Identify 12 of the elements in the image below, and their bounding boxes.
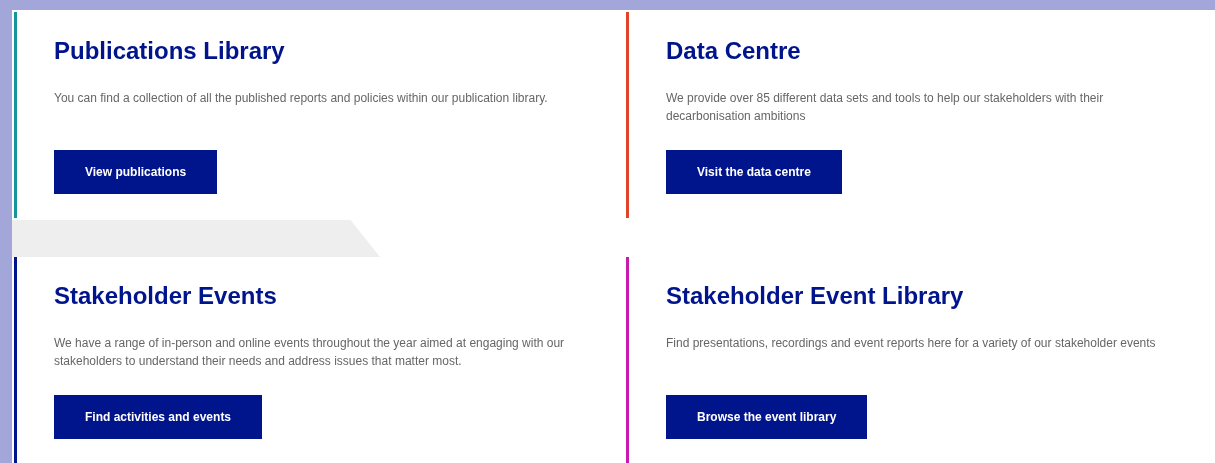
card-title: Stakeholder Events <box>54 282 277 310</box>
card-button[interactable]: Find activities and events <box>54 395 263 439</box>
card-title: Data Centre <box>666 37 801 65</box>
card-description: Find presentations, recordings and event reports here for a variety of our stakeholder events <box>666 335 1157 352</box>
card-description: We provide over 85 different data sets and tools to help our stakeholders with their decarbonisation ambitions <box>666 90 1105 125</box>
card-title: Publications Library <box>54 37 285 65</box>
card-description: You can find a collection of all the published reports and policies within our publication library. <box>54 90 549 107</box>
card-button[interactable]: View publications <box>54 150 218 194</box>
card-description: We have a range of in-person and online events throughout the year aimed at engaging with our stakeholders to understand their needs and address issues that matter most. <box>54 335 566 370</box>
card-button[interactable]: Visit the data centre <box>666 150 842 194</box>
card-button[interactable]: Browse the event library <box>666 395 868 439</box>
card-title: Stakeholder Event Library <box>666 282 964 310</box>
